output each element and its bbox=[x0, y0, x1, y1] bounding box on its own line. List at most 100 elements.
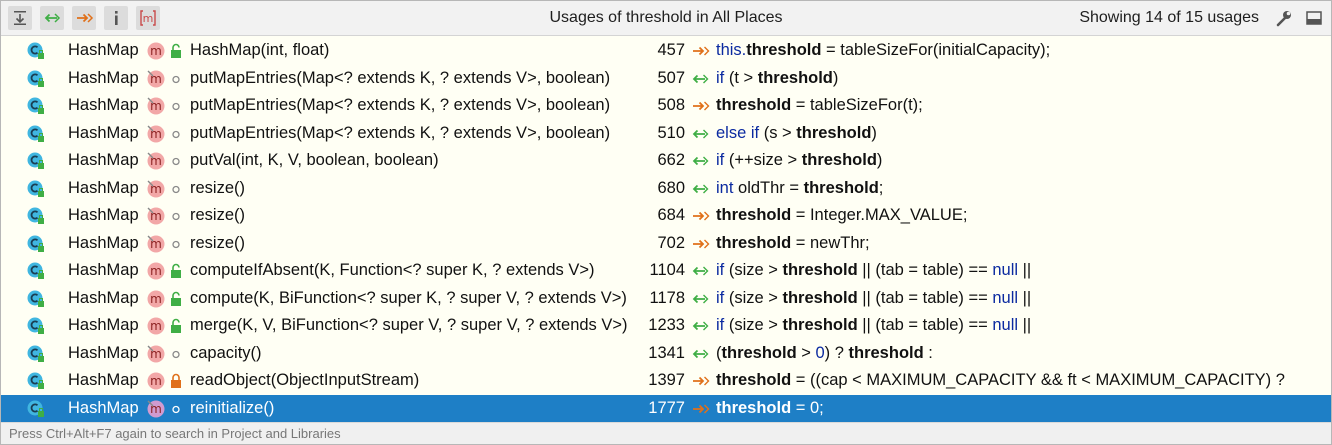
line-number: 680 bbox=[657, 178, 685, 197]
class-icon bbox=[27, 400, 44, 417]
method-icon: m bbox=[147, 290, 165, 307]
method-signature: resize() bbox=[190, 178, 246, 197]
usage-row[interactable]: HashMap m merge(K, V, BiFunction<? super V… bbox=[1, 312, 1331, 340]
write-access-arrow-icon bbox=[693, 101, 710, 111]
class-icon bbox=[27, 290, 44, 307]
method-icon: m bbox=[147, 42, 165, 60]
code-snippet: else if (s > threshold) bbox=[716, 120, 877, 148]
usage-row[interactable]: HashMap m putVal(int, K, V, boolean, boole… bbox=[1, 147, 1331, 175]
usage-row[interactable]: HashMap m capacity() 1341 (threshold > 0) ? … bbox=[1, 340, 1331, 368]
highlighted-field: threshold bbox=[848, 343, 924, 362]
open-in-window-icon[interactable] bbox=[1305, 9, 1323, 27]
line-number: 684 bbox=[657, 206, 685, 224]
usage-row[interactable]: HashMap m resize() 702 threshold = newThr; bbox=[1, 230, 1331, 258]
line-number: 662 bbox=[657, 151, 685, 169]
usage-row[interactable]: HashMap m putMapEntries(Map<? extends K, ?… bbox=[1, 92, 1331, 120]
popup-header: m Usages of threshold in All Places Show… bbox=[1, 1, 1331, 36]
read-access-arrow-icon bbox=[692, 156, 709, 166]
code-snippet: if (++size > threshold) bbox=[716, 147, 882, 175]
code-token: = tableSizeFor(t); bbox=[791, 96, 923, 114]
write-access-arrow-icon bbox=[693, 239, 710, 248]
svg-text:m: m bbox=[150, 319, 162, 333]
method-icon: m bbox=[147, 97, 165, 115]
class-icon bbox=[27, 70, 44, 87]
usage-row[interactable]: HashMap m putMapEntries(Map<? extends K, ?… bbox=[1, 65, 1331, 93]
usage-row[interactable]: HashMap m compute(K, BiFunction<? super K,… bbox=[1, 285, 1331, 313]
code-token: if bbox=[716, 68, 725, 87]
method-signature: readObject(ObjectInputStream) bbox=[190, 371, 420, 389]
code-token: (++size > bbox=[724, 151, 802, 169]
code-token: (s > bbox=[759, 123, 797, 142]
code-token: || (tab = table) == bbox=[857, 261, 993, 279]
code-token: (t > bbox=[724, 68, 758, 87]
code-snippet: threshold = Integer.MAX_VALUE; bbox=[716, 202, 967, 230]
settings-wrench-icon[interactable] bbox=[1275, 9, 1293, 27]
line-number: 1777 bbox=[648, 398, 685, 417]
class-name: HashMap bbox=[68, 68, 139, 87]
svg-text:m: m bbox=[150, 264, 162, 278]
method-icon: m bbox=[147, 125, 165, 142]
svg-text:m: m bbox=[150, 374, 162, 388]
usage-row[interactable]: HashMap m readObject(ObjectInputStream) 139… bbox=[1, 367, 1331, 395]
read-access-arrow-icon bbox=[692, 349, 709, 358]
code-token: int bbox=[716, 178, 734, 197]
circle-icon bbox=[172, 102, 180, 111]
code-token: (size > bbox=[724, 316, 783, 334]
highlighted-field: threshold bbox=[716, 233, 792, 252]
usage-row[interactable]: HashMap m putMapEntries(Map<? extends K, ?… bbox=[1, 120, 1331, 148]
code-token: || bbox=[1018, 261, 1032, 279]
code-token: || (tab = table) == bbox=[857, 288, 993, 307]
code-token: oldThr = bbox=[733, 178, 804, 197]
highlighted-field: threshold bbox=[746, 41, 822, 59]
usage-row[interactable]: HashMap m resize() 680 int oldThr = threshol… bbox=[1, 175, 1331, 203]
usage-row[interactable]: HashMap m computeIfAbsent(K, Function<? su… bbox=[1, 257, 1331, 285]
code-token: ) bbox=[871, 123, 877, 142]
highlighted-field: threshold bbox=[716, 398, 792, 417]
circle-icon bbox=[172, 405, 180, 413]
method-signature: putMapEntries(Map<? extends K, ? extends… bbox=[190, 68, 611, 87]
class-name: HashMap bbox=[68, 398, 139, 417]
line-number: 1397 bbox=[648, 371, 685, 389]
line-number: 1104 bbox=[649, 261, 685, 279]
class-name: HashMap bbox=[68, 261, 139, 279]
method-icon: m bbox=[147, 180, 165, 197]
class-icon bbox=[27, 180, 44, 197]
highlighted-field: threshold bbox=[796, 123, 872, 142]
line-number: 507 bbox=[657, 68, 685, 87]
line-number: 508 bbox=[657, 96, 685, 114]
code-token: if bbox=[716, 288, 725, 307]
class-icon bbox=[27, 152, 44, 169]
usage-row[interactable]: HashMap m reinitialize() 1777 threshold = 0; bbox=[1, 394, 1331, 422]
read-access-arrow-icon bbox=[692, 184, 709, 193]
highlighted-field: threshold bbox=[782, 316, 858, 334]
lock-icon bbox=[171, 373, 181, 388]
usage-row[interactable]: HashMap m resize() 684 threshold = Integer.M… bbox=[1, 202, 1331, 230]
code-token: || bbox=[1018, 288, 1032, 307]
class-name: HashMap bbox=[68, 233, 139, 252]
class-icon bbox=[27, 42, 44, 59]
code-token: > bbox=[796, 343, 816, 362]
class-icon bbox=[27, 345, 44, 362]
highlighted-field: threshold bbox=[716, 206, 792, 224]
method-signature: computeIfAbsent(K, Function<? super K, ?… bbox=[190, 261, 595, 279]
code-token: = tableSizeFor(initialCapacity); bbox=[821, 41, 1051, 59]
method-signature: capacity() bbox=[190, 343, 262, 362]
usage-row[interactable]: HashMap m HashMap(int, float) 457 this.thres… bbox=[1, 37, 1331, 65]
write-access-arrow-icon bbox=[693, 211, 710, 221]
class-name: HashMap bbox=[68, 371, 139, 389]
code-token: this. bbox=[716, 41, 747, 59]
class-name: HashMap bbox=[68, 206, 139, 224]
class-icon bbox=[27, 125, 44, 142]
code-token: || bbox=[1018, 316, 1032, 334]
write-access-arrow-icon bbox=[693, 404, 710, 413]
circle-icon bbox=[172, 130, 180, 138]
code-token: if bbox=[716, 316, 725, 334]
method-signature: merge(K, V, BiFunction<? super V, ? supe… bbox=[190, 316, 628, 334]
code-token: if bbox=[716, 261, 725, 279]
highlighted-field: threshold bbox=[716, 96, 792, 114]
code-snippet: if (size > threshold || (tab = table) ==… bbox=[716, 285, 1031, 313]
code-token: null bbox=[992, 316, 1019, 334]
code-token: ) bbox=[876, 151, 883, 169]
circle-icon bbox=[172, 157, 180, 166]
code-snippet: threshold = newThr; bbox=[716, 230, 870, 258]
